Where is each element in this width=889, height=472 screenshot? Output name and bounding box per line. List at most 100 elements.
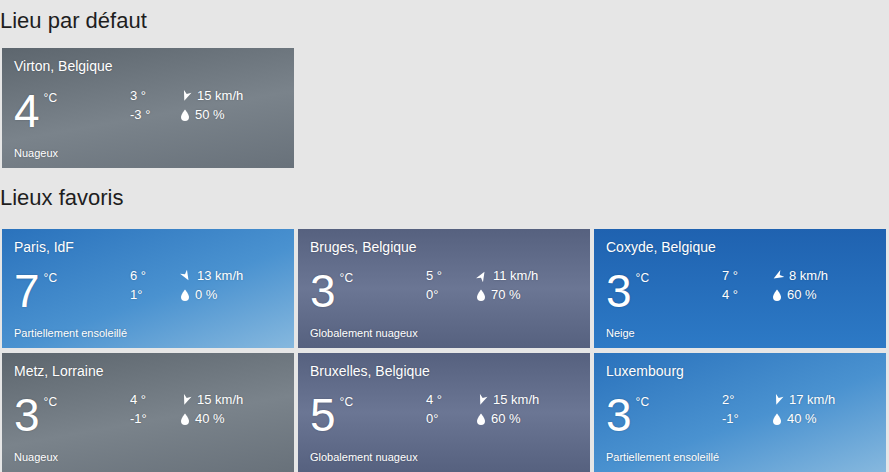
high-low: 7 °4 °: [722, 268, 772, 303]
humidity: 60 %: [772, 287, 874, 303]
wind-speed: 17 km/h: [789, 392, 835, 408]
humidity-drop-icon: [772, 413, 782, 425]
temperature: 7°C: [14, 268, 130, 314]
wind-speed: 13 km/h: [197, 268, 243, 284]
temperature-unit: °C: [636, 394, 649, 410]
wind-speed: 11 km/h: [493, 268, 538, 284]
weather-places-page: Lieu par défaut Virton, Belgique 4 °C 3 °-3 …: [0, 0, 889, 472]
weather-details: 3°C5 °0°11 km/h70 %: [310, 268, 578, 314]
high-temperature: 4 °: [426, 392, 476, 408]
humidity-value: 40 %: [787, 411, 817, 427]
wind-humidity: 8 km/h 60 %: [772, 268, 874, 303]
high-temperature: 6 °: [130, 268, 180, 284]
temperature-unit: °C: [340, 270, 353, 286]
temperature-value: 4: [14, 88, 40, 134]
high-temperature: 7 °: [722, 268, 772, 284]
humidity: 0 %: [180, 287, 282, 303]
temperature-value: 3: [14, 392, 40, 438]
humidity-value: 40 %: [195, 411, 225, 427]
temperature: 3°C: [14, 392, 130, 438]
condition: Nuageux: [14, 450, 282, 464]
weather-details: 4°C3 °-3 °15 km/h50 %: [14, 88, 282, 134]
temperature-value: 3: [606, 268, 632, 314]
humidity: 40 %: [772, 411, 874, 427]
wind-arrow-icon: [772, 394, 784, 406]
humidity-drop-icon: [180, 109, 190, 121]
temperature-unit: °C: [44, 270, 57, 286]
weather-details: 5°C4 °0°15 km/h60 %: [310, 392, 578, 438]
low-temperature: 0°: [426, 411, 476, 427]
low-temperature: -1°: [722, 411, 772, 427]
wind-humidity: 15 km/h 40 %: [180, 392, 282, 427]
humidity-value: 0 %: [195, 287, 217, 303]
humidity: 70 %: [476, 287, 578, 303]
weather-card[interactable]: Virton, Belgique4°C3 °-3 °15 km/h50 %Nua…: [2, 48, 294, 168]
weather-card[interactable]: Bruxelles, Belgique5°C4 °0°15 km/h60 %Gl…: [298, 353, 590, 472]
wind-arrow-icon: [180, 394, 192, 406]
wind: 11 km/h: [476, 268, 578, 284]
city-name: Luxembourg: [606, 362, 874, 380]
weather-details: 3°C7 °4 °8 km/h60 %: [606, 268, 874, 314]
wind-arrow-icon: [180, 270, 192, 282]
high-low: 6 °1°: [130, 268, 180, 303]
humidity-drop-icon: [772, 289, 782, 301]
wind: 15 km/h: [180, 392, 282, 408]
condition: Globalement nuageux: [310, 450, 578, 464]
temperature-unit: °C: [340, 394, 353, 410]
humidity-value: 50 %: [195, 107, 225, 123]
wind-humidity: 15 km/h 50 %: [180, 88, 282, 123]
humidity: 60 %: [476, 411, 578, 427]
weather-card[interactable]: Bruges, Belgique3°C5 °0°11 km/h70 %Globa…: [298, 229, 590, 348]
city-name: Metz, Lorraine: [14, 362, 282, 380]
high-temperature: 2°: [722, 392, 772, 408]
city-name: Coxyde, Belgique: [606, 238, 874, 256]
temperature-unit: °C: [44, 394, 57, 410]
humidity-drop-icon: [476, 413, 486, 425]
high-low: 4 °-1°: [130, 392, 180, 427]
favorites-grid: Paris, IdF7°C6 °1°13 km/h0 %Partiellemen…: [2, 229, 889, 472]
low-temperature: 1°: [130, 287, 180, 303]
weather-card[interactable]: Luxembourg3°C2°-1°17 km/h40 %Partielleme…: [594, 353, 886, 472]
weather-card[interactable]: Coxyde, Belgique3°C7 °4 °8 km/h60 %Neige: [594, 229, 886, 348]
city-name: Bruxelles, Belgique: [310, 362, 578, 380]
temperature-value: 7: [14, 268, 40, 314]
wind-speed: 8 km/h: [789, 268, 828, 284]
humidity-drop-icon: [180, 413, 190, 425]
temperature-unit: °C: [636, 270, 649, 286]
high-low: 2°-1°: [722, 392, 772, 427]
weather-card[interactable]: Paris, IdF7°C6 °1°13 km/h0 %Partiellemen…: [2, 229, 294, 348]
wind-arrow-icon: [772, 270, 784, 282]
temperature: 3°C: [606, 268, 722, 314]
city-name: Virton, Belgique: [14, 57, 282, 75]
high-temperature: 4 °: [130, 392, 180, 408]
high-temperature: 5 °: [426, 268, 476, 284]
humidity-value: 60 %: [787, 287, 817, 303]
wind: 15 km/h: [476, 392, 578, 408]
temperature-value: 5: [310, 392, 336, 438]
high-low: 4 °0°: [426, 392, 476, 427]
wind-arrow-icon: [180, 90, 192, 102]
wind-arrow-icon: [476, 270, 488, 282]
wind-speed: 15 km/h: [197, 88, 243, 104]
temperature-value: 3: [310, 268, 336, 314]
wind-speed: 15 km/h: [197, 392, 243, 408]
section-heading: Lieu par défaut: [0, 6, 889, 36]
low-temperature: -1°: [130, 411, 180, 427]
high-low: 3 °-3 °: [130, 88, 180, 123]
temperature: 3°C: [310, 268, 426, 314]
wind-humidity: 11 km/h 70 %: [476, 268, 578, 303]
temperature: 5°C: [310, 392, 426, 438]
humidity: 50 %: [180, 107, 282, 123]
humidity-value: 60 %: [491, 411, 521, 427]
default-location-section: Lieu par défautVirton, Belgique4°C3 °-3 …: [2, 6, 889, 168]
wind-speed: 15 km/h: [493, 392, 539, 408]
wind-humidity: 13 km/h 0 %: [180, 268, 282, 303]
low-temperature: -3 °: [130, 107, 180, 123]
temperature: 3°C: [606, 392, 722, 438]
condition: Globalement nuageux: [310, 326, 578, 340]
city-name: Paris, IdF: [14, 238, 282, 256]
temperature-value: 3: [606, 392, 632, 438]
wind-humidity: 17 km/h 40 %: [772, 392, 874, 427]
humidity: 40 %: [180, 411, 282, 427]
weather-card[interactable]: Metz, Lorraine3°C4 °-1°15 km/h40 %Nuageu…: [2, 353, 294, 472]
